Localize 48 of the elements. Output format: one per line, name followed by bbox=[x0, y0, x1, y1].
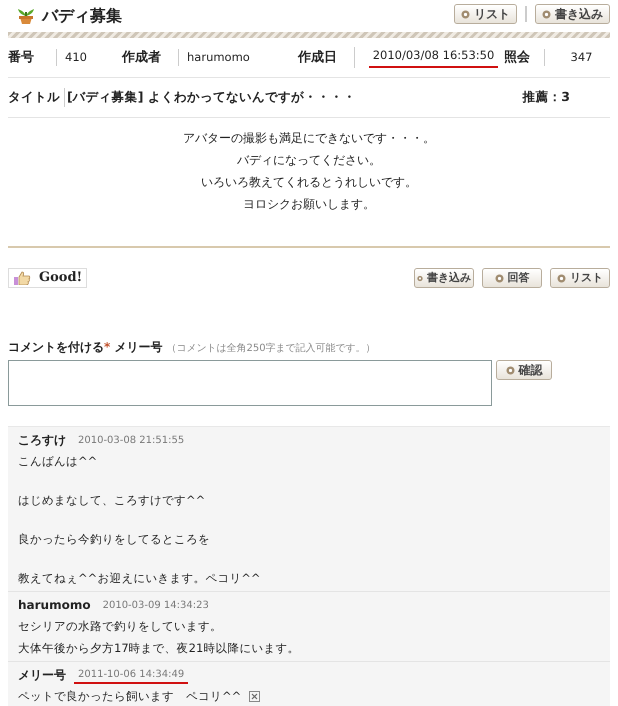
write-button[interactable]: 書き込み bbox=[414, 268, 474, 288]
list-button[interactable]: リスト bbox=[550, 268, 610, 288]
post-text: ヨロシクお願いします。 bbox=[243, 196, 375, 213]
comment-author: ころすけ bbox=[18, 432, 66, 449]
field-label: 照会 bbox=[504, 48, 531, 67]
comment-field[interactable] bbox=[8, 360, 492, 406]
bullet-icon bbox=[506, 366, 514, 374]
post-text: アバターの撮影も満足にできないです・・・。 bbox=[183, 130, 435, 147]
field-value: 410 bbox=[65, 48, 87, 66]
title-label: タイトル bbox=[8, 88, 60, 106]
delete-icon[interactable] bbox=[249, 691, 260, 702]
post-text: いろいろ教えてくれるとうれしいです。 bbox=[201, 174, 417, 191]
comment-author: harumomo bbox=[18, 597, 91, 614]
bullet-icon bbox=[542, 10, 551, 18]
comment-time: 2011-10-06 14:34:49 bbox=[74, 666, 188, 684]
comment-text: 教えてねぇ^^お迎えにいきます。ペコリ^^ bbox=[18, 570, 261, 587]
comment-label: コメントを付ける* メリー号 bbox=[8, 339, 162, 356]
comment-text: ペットで良かったら飼います ペコリ^^ bbox=[18, 688, 242, 705]
comment-time: 2010-03-09 14:34:23 bbox=[102, 598, 210, 612]
field-label: 番号 bbox=[8, 48, 35, 67]
good-button[interactable]: Good! bbox=[8, 268, 88, 288]
page-title: バディ募集 bbox=[42, 5, 122, 27]
post-text: バディになってください。 bbox=[237, 152, 381, 169]
confirm-button[interactable]: 確認 bbox=[496, 360, 552, 380]
post-title: [バディ募集] よくわかってないんですが・・・・ bbox=[64, 88, 356, 107]
comment-text: 良かったら今釣りをしてるところを bbox=[18, 531, 210, 548]
comment-text: 大体午後から夕方17時まで、夜21時以降にいます。 bbox=[18, 640, 300, 657]
bullet-icon bbox=[557, 274, 566, 282]
write-button[interactable]: 書き込み bbox=[535, 4, 610, 24]
answer-button[interactable]: 回答 bbox=[482, 268, 542, 288]
bullet-icon bbox=[417, 274, 423, 282]
field-label: 作成日 bbox=[298, 48, 338, 67]
comment-text: こんばんは^^ bbox=[18, 453, 98, 470]
bullet-icon bbox=[461, 10, 470, 18]
bullet-icon bbox=[494, 274, 504, 282]
comment-text: セシリアの水路で釣りをしています。 bbox=[18, 618, 222, 635]
list-button[interactable]: リスト bbox=[454, 4, 517, 24]
plant-pot-icon bbox=[16, 7, 36, 25]
comment-note: （コメントは全角250字まで記入可能です。） bbox=[166, 342, 376, 356]
comment-author: メリー号 bbox=[18, 667, 66, 684]
comment-text: はじめまなして、ころすけです^^ bbox=[18, 492, 206, 509]
field-value: 2010/03/08 16:53:50 bbox=[368, 46, 498, 68]
field-label: 作成者 bbox=[122, 48, 162, 67]
thumbs-up-icon bbox=[13, 271, 31, 285]
field-value: harumomo bbox=[187, 48, 250, 66]
field-value: 347 bbox=[570, 48, 592, 66]
recommend-count: 推薦：3 bbox=[522, 88, 570, 106]
comment-time: 2010-03-08 21:51:55 bbox=[77, 434, 186, 448]
